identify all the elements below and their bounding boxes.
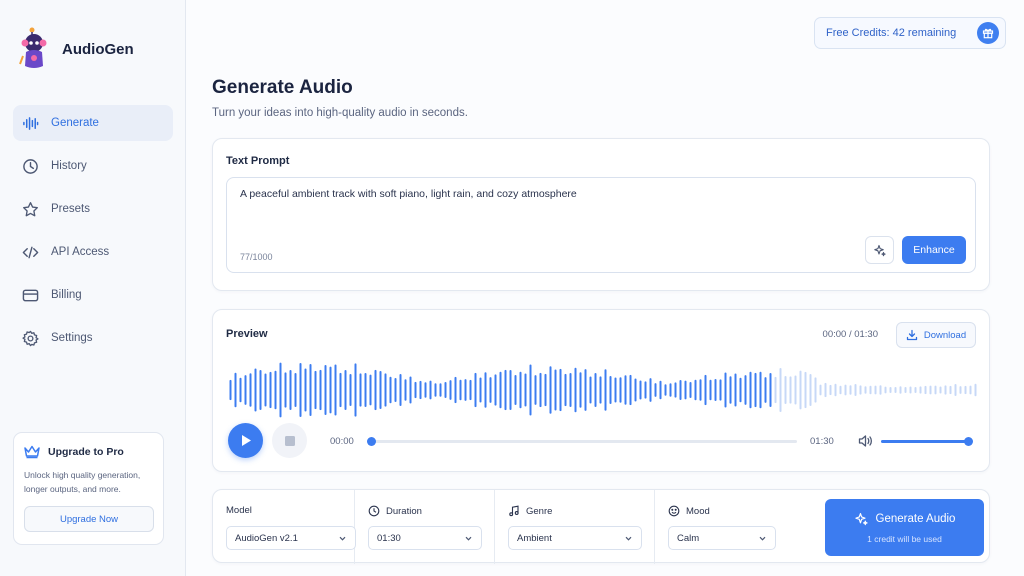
clock-icon [23, 158, 38, 174]
stop-button[interactable] [272, 423, 307, 458]
model-value: AudioGen v2.1 [235, 532, 298, 544]
sidebar-item-label: Generate [51, 117, 99, 129]
chevron-down-icon [465, 536, 472, 541]
volume-slider[interactable] [881, 440, 970, 443]
generate-sub: 1 credit will be used [867, 533, 942, 544]
download-button[interactable]: Download [896, 322, 976, 348]
prompt-value: A peaceful ambient track with soft piano… [240, 188, 577, 200]
duration-label: Duration [368, 505, 422, 517]
chevron-down-icon [759, 536, 766, 541]
download-icon [906, 329, 918, 341]
sidebar-nav: Generate History Presets API Access Bill… [13, 105, 173, 363]
card-icon [22, 289, 39, 301]
time-display: 00:00 / 01:30 [822, 329, 878, 340]
mascot-logo [19, 27, 47, 68]
chevron-down-icon [339, 536, 346, 541]
mood-label: Mood [668, 505, 710, 517]
genre-setting: Genre Ambient [495, 490, 655, 564]
sidebar: AudioGen Generate History Presets API Ac… [0, 0, 186, 576]
play-button[interactable] [228, 423, 263, 458]
sidebar-item-settings[interactable]: Settings [13, 320, 173, 356]
sidebar-item-presets[interactable]: Presets [13, 191, 173, 227]
sidebar-item-label: Presets [51, 203, 90, 215]
duration-label-text: Duration [386, 505, 422, 517]
upgrade-header: Upgrade to Pro [24, 445, 153, 459]
generate-top: Generate Audio [854, 512, 956, 526]
stop-icon [284, 435, 295, 446]
sidebar-item-label: History [51, 160, 87, 172]
gear-icon [22, 330, 39, 346]
sidebar-item-label: Billing [51, 289, 82, 301]
mood-value: Calm [677, 532, 700, 544]
mood-setting: Mood Calm [655, 490, 803, 564]
mood-label-text: Mood [686, 505, 710, 517]
sidebar-item-label: Settings [51, 332, 93, 344]
generate-label: Generate Audio [875, 512, 956, 525]
main-content: Free Credits: 42 remaining Generate Audi… [186, 0, 1024, 576]
clock-icon [368, 505, 380, 517]
prompt-textarea[interactable]: A peaceful ambient track with soft piano… [226, 177, 976, 273]
sidebar-item-history[interactable]: History [13, 148, 173, 184]
duration-select[interactable]: 01:30 [368, 526, 482, 550]
upgrade-card: Upgrade to Pro Unlock high quality gener… [13, 432, 164, 545]
genre-select[interactable]: Ambient [508, 526, 642, 550]
star-icon [23, 201, 38, 216]
generate-audio-button[interactable]: Generate Audio 1 credit will be used [825, 499, 984, 556]
duration-setting: Duration 01:30 [355, 490, 495, 564]
brand-name: AudioGen [62, 40, 134, 58]
audio-waveform[interactable] [228, 358, 978, 422]
music-note-icon [509, 505, 519, 517]
sidebar-item-label: API Access [51, 246, 110, 258]
sidebar-item-generate[interactable]: Generate [13, 105, 173, 141]
model-setting: Model AudioGen v2.1 [213, 490, 356, 564]
page-subtitle: Turn your ideas into high-quality audio … [212, 107, 468, 119]
sparkle-icon [874, 244, 886, 256]
upgrade-text: Unlock high quality generation, longer o… [24, 470, 141, 494]
text-prompt-card: Text Prompt A peaceful ambient track wit… [212, 138, 990, 291]
volume-knob[interactable] [964, 437, 973, 446]
progress-knob[interactable] [367, 437, 376, 446]
genre-value: Ambient [517, 532, 552, 544]
upgrade-now-button[interactable]: Upgrade Now [24, 506, 154, 532]
end-time: 01:30 [810, 436, 834, 447]
model-label-text: Model [226, 505, 252, 516]
app-window: AudioGen Generate History Presets API Ac… [0, 0, 1024, 576]
brand[interactable]: AudioGen [18, 26, 134, 72]
magic-sparkle-button[interactable] [865, 236, 894, 264]
model-select[interactable]: AudioGen v2.1 [226, 526, 356, 550]
preview-card: Preview 00:00 / 01:30 Download 00:00 01:… [212, 309, 990, 472]
genre-label-text: Genre [526, 505, 553, 517]
credits-text: Free Credits: 42 remaining [826, 27, 957, 39]
smiley-icon [668, 505, 680, 517]
char-count: 77/1000 [240, 252, 273, 262]
current-time: 00:00 [330, 436, 354, 447]
code-icon [22, 246, 39, 258]
sidebar-item-billing[interactable]: Billing [13, 277, 173, 313]
upgrade-title: Upgrade to Pro [48, 446, 124, 458]
chevron-down-icon [625, 536, 632, 541]
sidebar-item-api-access[interactable]: API Access [13, 234, 173, 270]
duration-value: 01:30 [377, 532, 401, 544]
progress-track[interactable] [371, 440, 797, 443]
generation-settings: Model AudioGen v2.1 Duration 01:30 Genre… [212, 489, 990, 564]
credits-badge[interactable]: Free Credits: 42 remaining [814, 17, 1006, 49]
model-label: Model [226, 505, 252, 516]
text-prompt-label: Text Prompt [226, 155, 290, 167]
download-label: Download [923, 329, 967, 341]
mood-select[interactable]: Calm [668, 526, 776, 550]
page-title: Generate Audio [212, 77, 353, 98]
sparkle-icon [854, 512, 868, 525]
waveform-icon [23, 116, 39, 130]
gift-icon [977, 22, 999, 44]
volume-icon[interactable] [858, 434, 873, 448]
enhance-button[interactable]: Enhance [902, 236, 966, 264]
genre-label: Genre [508, 505, 552, 517]
play-icon [241, 435, 251, 446]
crown-icon [24, 445, 40, 459]
preview-label: Preview [226, 328, 268, 340]
